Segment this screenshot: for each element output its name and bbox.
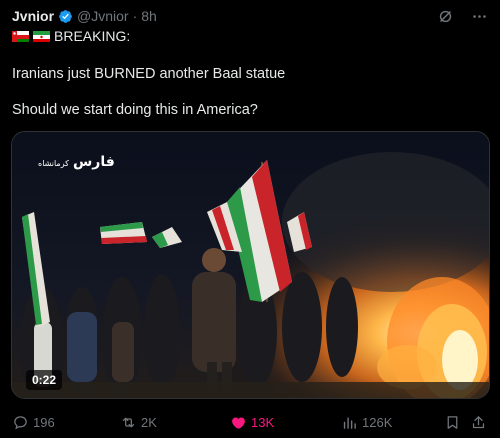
video-duration-badge: 0:22 [26,370,63,390]
watermark-brand: فارس [72,154,115,170]
flag-oman-icon [12,30,29,42]
reply-icon [14,415,27,429]
tweet-text-line-2: Should we start doing this in America? [12,102,258,118]
retweet-icon [122,417,135,427]
like-button[interactable]: 13K [230,414,274,431]
views-button[interactable]: 126K [341,414,392,431]
heart-icon [232,417,245,429]
views-count: 126K [362,414,393,430]
retweet-button[interactable]: 2K [120,414,157,431]
breaking-label: BREAKING: [54,28,131,44]
share-icon [472,415,485,428]
like-count: 13K [251,414,275,430]
timestamp[interactable]: 8h [141,8,157,24]
grok-icon[interactable] [436,7,454,25]
breaking-line: BREAKING: [12,28,130,44]
video-frame [12,132,489,398]
share-button[interactable] [470,414,487,431]
tweet-text-line-1: Iranians just BURNED another Baal statue [12,66,286,82]
video-player[interactable]: کرمانشاه فارس 0:22 [11,131,490,399]
video-watermark: کرمانشاه فارس [38,154,115,170]
reply-button[interactable]: 196 [12,414,55,431]
reply-count: 196 [33,414,55,430]
bookmark-icon [447,415,458,429]
author-handle[interactable]: @Jvnior [77,8,129,24]
separator-dot: · [132,8,138,24]
more-icon[interactable] [470,7,488,25]
views-icon [343,417,356,429]
retweet-count: 2K [141,414,157,430]
action-bar: 196 2K 13K 126K [12,412,488,432]
flag-iran-icon [33,30,50,42]
verified-badge-icon [58,9,73,24]
watermark-sub: کرمانشاه [38,159,69,168]
bookmark-button[interactable] [444,414,461,431]
author-name[interactable]: Jvnior [12,8,54,24]
tweet-header: Jvnior @Jvnior · 8h [12,6,488,26]
